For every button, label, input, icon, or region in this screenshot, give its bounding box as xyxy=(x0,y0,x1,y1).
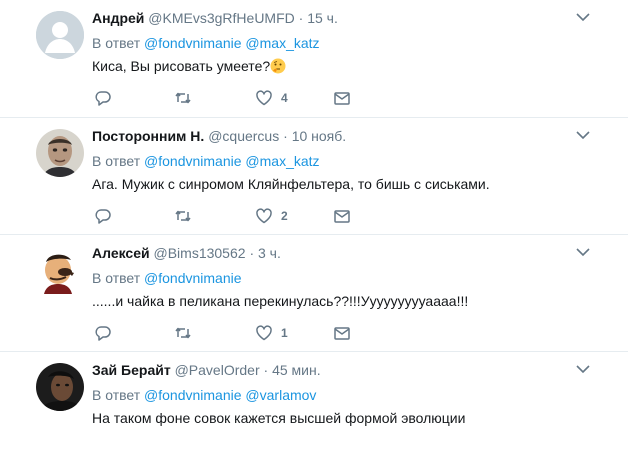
reply-button[interactable] xyxy=(94,88,112,108)
mention-link[interactable]: @fondvnimanie xyxy=(144,153,242,169)
like-button[interactable]: 4 xyxy=(255,88,288,108)
chevron-down-icon[interactable] xyxy=(576,12,590,22)
tweet-actions: 1 xyxy=(92,323,392,343)
tweet-actions: 2 xyxy=(92,206,392,226)
avatar-cartoon[interactable] xyxy=(36,246,84,294)
reply-prefix: В ответ xyxy=(92,35,141,51)
author-name[interactable]: Андрей xyxy=(92,10,144,26)
reply-button[interactable] xyxy=(94,206,112,226)
reply-icon xyxy=(95,91,111,106)
reply-button[interactable] xyxy=(94,323,112,343)
tweet-text: Ага. Мужик с синромом Кляйнфельтера, то … xyxy=(92,176,490,192)
chevron-down-icon[interactable] xyxy=(576,364,590,374)
separator-dot: · xyxy=(298,10,304,26)
direct-message-button[interactable] xyxy=(333,88,351,108)
retweet-icon xyxy=(175,92,191,104)
tweet[interactable]: Андрей @KMEvs3gRfHeUMFD · 15 ч. В ответ … xyxy=(0,0,628,118)
reply-icon xyxy=(95,209,111,224)
retweet-icon xyxy=(175,210,191,222)
retweet-button[interactable] xyxy=(174,206,192,226)
avatar-photo[interactable] xyxy=(36,129,84,177)
direct-message-button[interactable] xyxy=(333,206,351,226)
separator-dot: · xyxy=(283,128,288,144)
mention-link[interactable]: @max_katz xyxy=(245,35,319,51)
mention-link[interactable]: @fondvnimanie xyxy=(144,35,242,51)
tweet-text: ......и чайка в пеликана перекинулась??!… xyxy=(92,293,469,309)
reply-context: В ответ @fondvnimanie @varlamov xyxy=(92,386,316,404)
reply-feed: Андрей @KMEvs3gRfHeUMFD · 15 ч. В ответ … xyxy=(0,0,628,466)
timestamp[interactable]: 3 ч. xyxy=(258,245,281,261)
author-name[interactable]: Посторонним Н. xyxy=(92,128,204,144)
tweet[interactable]: Зай Берайт @PavelOrder · 45 мин. В ответ… xyxy=(0,352,628,466)
reply-context: В ответ @fondvnimanie @max_katz xyxy=(92,152,320,170)
heart-icon xyxy=(256,325,272,341)
mention-link[interactable]: @varlamov xyxy=(245,387,316,403)
tweet-header: Алексей @Bims130562 · 3 ч. xyxy=(92,244,281,262)
avatar-photo[interactable] xyxy=(36,363,84,411)
author-handle[interactable]: @PavelOrder xyxy=(175,362,260,378)
like-count: 1 xyxy=(281,326,288,340)
mention-link[interactable]: @max_katz xyxy=(245,153,319,169)
reply-prefix: В ответ xyxy=(92,387,141,403)
tweet-header: Посторонним Н. @cquercus · 10 нояб. xyxy=(92,127,346,145)
avatar-default[interactable] xyxy=(36,11,84,59)
reply-icon xyxy=(95,326,111,341)
author-name[interactable]: Алексей xyxy=(92,245,150,261)
reply-context: В ответ @fondvnimanie xyxy=(92,269,242,287)
timestamp[interactable]: 10 нояб. xyxy=(292,128,346,144)
like-count: 2 xyxy=(281,209,288,223)
heart-icon xyxy=(256,90,272,106)
retweet-button[interactable] xyxy=(174,88,192,108)
tweet-actions: 4 xyxy=(92,88,392,108)
like-count: 4 xyxy=(281,91,288,105)
thinking-face-emoji-icon xyxy=(270,58,286,74)
chevron-down-icon[interactable] xyxy=(576,247,590,257)
separator-dot: · xyxy=(249,245,255,261)
timestamp[interactable]: 45 мин. xyxy=(272,362,321,378)
reply-prefix: В ответ xyxy=(92,270,141,286)
chevron-down-icon[interactable] xyxy=(576,130,590,140)
like-button[interactable]: 1 xyxy=(255,323,288,343)
envelope-icon xyxy=(334,92,350,105)
mention-link[interactable]: @fondvnimanie xyxy=(144,387,242,403)
heart-icon xyxy=(256,208,272,224)
author-handle[interactable]: @cquercus xyxy=(208,128,279,144)
tweet-text: Киса, Вы рисовать умеете? xyxy=(92,57,286,75)
tweet-text: На таком фоне совок кажется высшей формо… xyxy=(92,410,466,426)
author-handle[interactable]: @KMEvs3gRfHeUMFD xyxy=(148,10,294,26)
reply-context: В ответ @fondvnimanie @max_katz xyxy=(92,34,320,52)
envelope-icon xyxy=(334,210,350,223)
tweet[interactable]: Посторонним Н. @cquercus · 10 нояб. В от… xyxy=(0,118,628,235)
like-button[interactable]: 2 xyxy=(255,206,288,226)
retweet-icon xyxy=(175,327,191,339)
retweet-button[interactable] xyxy=(174,323,192,343)
separator-dot: · xyxy=(263,362,269,378)
mention-link[interactable]: @fondvnimanie xyxy=(144,270,242,286)
direct-message-button[interactable] xyxy=(333,323,351,343)
envelope-icon xyxy=(334,327,350,340)
tweet[interactable]: Алексей @Bims130562 · 3 ч. В ответ @fond… xyxy=(0,235,628,352)
tweet-text-content: Киса, Вы рисовать умеете? xyxy=(92,58,271,74)
author-name[interactable]: Зай Берайт xyxy=(92,362,171,378)
timestamp[interactable]: 15 ч. xyxy=(307,10,338,26)
tweet-header: Зай Берайт @PavelOrder · 45 мин. xyxy=(92,361,321,379)
tweet-header: Андрей @KMEvs3gRfHeUMFD · 15 ч. xyxy=(92,9,338,27)
reply-prefix: В ответ xyxy=(92,153,141,169)
author-handle[interactable]: @Bims130562 xyxy=(154,245,246,261)
